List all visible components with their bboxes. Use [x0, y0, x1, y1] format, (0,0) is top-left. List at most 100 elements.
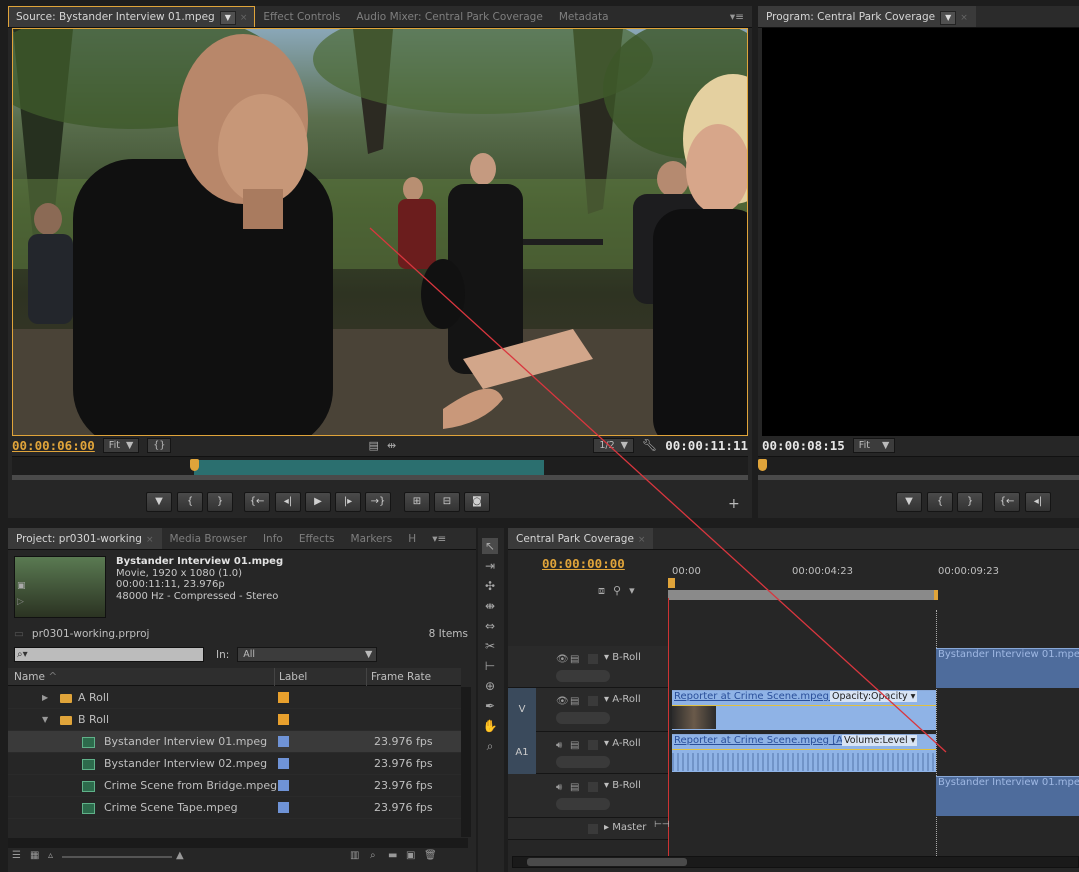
label-swatch[interactable]	[278, 758, 289, 769]
track-header-v1[interactable]: V 👁︎ ▤ ▾ A-Roll	[508, 688, 668, 732]
track-lock-toggle[interactable]	[588, 740, 598, 750]
ripple-edit-tool-icon[interactable]: ✣	[482, 578, 498, 594]
insert-icon[interactable]: ⊞	[404, 492, 430, 512]
track-select-tool-icon[interactable]: ⇥	[482, 558, 498, 574]
keyframe-nav[interactable]	[556, 670, 610, 682]
close-icon[interactable]: ×	[960, 13, 968, 23]
sync-lock-icon[interactable]: ▤	[570, 740, 579, 751]
list-item[interactable]: Bystander Interview 02.mpeg 23.976 fps	[8, 753, 461, 775]
rolling-edit-tool-icon[interactable]: ⇼	[482, 598, 498, 614]
poster-frame-icon[interactable]: ▣	[17, 581, 26, 591]
source-patch-v[interactable]: V	[508, 688, 536, 732]
program-video-frame[interactable]	[762, 28, 1079, 436]
eye-icon[interactable]: 👁︎	[556, 654, 569, 665]
hand-tool-icon[interactable]: ✋	[482, 718, 498, 734]
go-to-in-icon[interactable]: {←	[994, 492, 1020, 512]
label-swatch[interactable]	[278, 714, 289, 725]
work-area-end-icon[interactable]	[934, 590, 938, 600]
mark-in-icon[interactable]: {	[177, 492, 203, 512]
list-item[interactable]: ▼ B Roll	[8, 709, 461, 731]
step-back-icon[interactable]: ◂|	[275, 492, 301, 512]
track-header-a2[interactable]: 🔊︎ ▤ ▾ B-Roll	[508, 774, 668, 818]
track-lock-toggle[interactable]	[588, 654, 598, 664]
program-zoom-dropdown[interactable]: Fit ▼	[852, 437, 896, 453]
close-icon[interactable]: ×	[146, 535, 154, 545]
list-view-icon[interactable]: ☰	[12, 850, 21, 861]
mark-out-icon[interactable]: }	[957, 492, 983, 512]
tab-program[interactable]: Program: Central Park Coverage ▼ ×	[758, 6, 976, 27]
sync-lock-icon[interactable]: ▤	[570, 696, 579, 707]
label-swatch[interactable]	[278, 692, 289, 703]
sequence-marker-icon[interactable]: ⚲	[613, 584, 621, 598]
zoom-tool-icon[interactable]: ⌕	[482, 738, 498, 754]
track-lock-toggle[interactable]	[588, 782, 598, 792]
rate-stretch-tool-icon[interactable]: ⇔	[482, 618, 498, 634]
search-input[interactable]: ⌕▾	[14, 647, 204, 662]
tab-history[interactable]: H	[400, 528, 424, 549]
clip-effect-dropdown[interactable]: Opacity:Opacity ▾	[830, 691, 918, 702]
track-header-a1[interactable]: A1 🔊︎ ▤ ▾ A-Roll	[508, 732, 668, 774]
zoom-scrollbar[interactable]	[12, 475, 748, 480]
horizontal-scrollbar[interactable]	[8, 838, 468, 848]
keyframe-nav[interactable]	[556, 798, 610, 810]
tab-metadata[interactable]: Metadata	[551, 6, 617, 27]
tab-project[interactable]: Project: pr0301-working ×	[8, 528, 162, 549]
panel-menu-icon[interactable]: ▾≡	[722, 6, 752, 27]
track-header-master[interactable]: ▸ Master ⊢⊣	[508, 818, 670, 840]
track-name[interactable]: ▾ A-Roll	[604, 738, 641, 749]
source-current-timecode[interactable]: 00:00:06:00	[12, 438, 95, 453]
mark-in-icon[interactable]: {	[927, 492, 953, 512]
tab-sequence[interactable]: Central Park Coverage ×	[508, 528, 654, 549]
disclosure-triangle-icon[interactable]: ▼	[42, 709, 48, 731]
track-name[interactable]: ▾ B-Roll	[604, 652, 641, 663]
opacity-rubber-band[interactable]	[672, 705, 936, 706]
slip-tool-icon[interactable]: ⊢	[482, 658, 498, 674]
playhead-marker-icon[interactable]	[668, 578, 675, 588]
snap-icon[interactable]: ⧈	[598, 584, 605, 598]
speaker-icon[interactable]: 🔊︎	[556, 782, 562, 793]
tab-menu-dropdown[interactable]: ▼	[940, 10, 957, 25]
tab-effect-controls[interactable]: Effect Controls	[255, 6, 348, 27]
trash-icon[interactable]: 🗑︎	[424, 850, 437, 861]
track-lock-toggle[interactable]	[588, 696, 598, 706]
tab-info[interactable]: Info	[255, 528, 291, 549]
slide-tool-icon[interactable]: ⊕	[482, 678, 498, 694]
timeline-horizontal-scrollbar[interactable]	[512, 856, 1079, 868]
new-item-icon[interactable]: ▣	[406, 850, 415, 861]
zoom-scrollbar[interactable]	[758, 475, 1079, 480]
source-patch-a1[interactable]: A1	[508, 732, 536, 774]
go-to-out-icon[interactable]: →}	[365, 492, 391, 512]
tab-audio-mixer[interactable]: Audio Mixer: Central Park Coverage	[348, 6, 550, 27]
zoom-in-icon[interactable]: ▲	[176, 850, 184, 861]
play-icon[interactable]: ▶	[305, 492, 331, 512]
overwrite-icon[interactable]: ⊟	[434, 492, 460, 512]
disclosure-triangle-icon[interactable]: ▶	[42, 687, 48, 709]
program-current-timecode[interactable]: 00:00:08:15	[762, 438, 845, 453]
clip-b-roll-audio[interactable]: Bystander Interview 01.mpeg	[936, 776, 1079, 816]
column-header-frame-rate[interactable]: Frame Rate	[366, 668, 431, 686]
list-item[interactable]: ▶ A Roll	[8, 687, 461, 709]
resolution-dropdown[interactable]: 1/2 ▼	[593, 437, 634, 453]
track-name[interactable]: ▸ Master	[604, 822, 646, 833]
tab-effects[interactable]: Effects	[291, 528, 343, 549]
scrollbar-thumb[interactable]	[527, 858, 687, 866]
marker-icon[interactable]: ▼	[896, 492, 922, 512]
mark-out-icon[interactable]: }	[207, 492, 233, 512]
step-back-icon[interactable]: ◂|	[1025, 492, 1051, 512]
track-lock-toggle[interactable]	[588, 824, 598, 834]
list-item[interactable]: Crime Scene from Bridge.mpeg 23.976 fps	[8, 775, 461, 797]
tab-source[interactable]: Source: Bystander Interview 01.mpeg ▼ ×	[8, 6, 256, 27]
program-scrub-bar[interactable]	[758, 456, 1079, 480]
add-marker-icon[interactable]: ▾	[629, 584, 635, 598]
label-swatch[interactable]	[278, 780, 289, 791]
tab-media-browser[interactable]: Media Browser	[162, 528, 255, 549]
settings-wrench-icon[interactable]: 🔧︎	[642, 438, 657, 452]
clip-reporter-audio[interactable]: Reporter at Crime Scene.mpeg [A] Volume:…	[672, 734, 936, 772]
track-name[interactable]: ▾ A-Roll	[604, 694, 641, 705]
thumbnail-play-icon[interactable]: ▷	[17, 597, 24, 607]
find-icon[interactable]: ⌕	[370, 850, 376, 861]
timeline-current-timecode[interactable]: 00:00:00:00	[542, 556, 625, 571]
drag-video-audio-icon[interactable]: {}	[147, 437, 172, 453]
clip-b-roll-video[interactable]: Bystander Interview 01.mpeg	[936, 648, 1079, 688]
automate-to-sequence-icon[interactable]: ▥	[350, 850, 359, 861]
